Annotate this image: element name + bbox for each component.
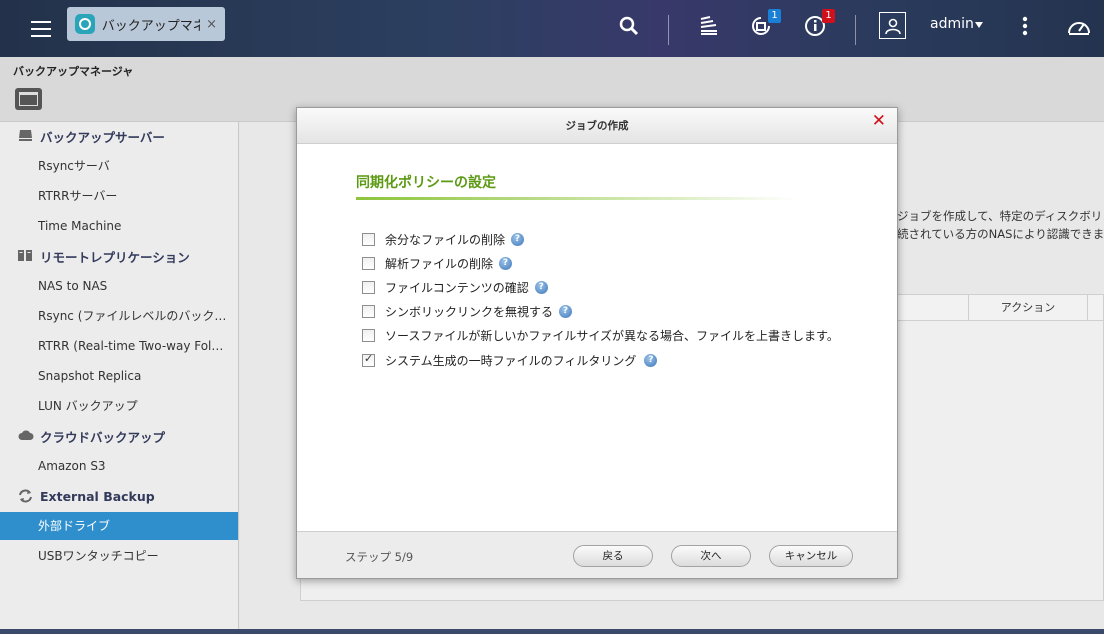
app-icon — [75, 14, 95, 34]
info-icon[interactable]: 1 — [801, 9, 835, 40]
sidebar-section-cloud-backup[interactable]: クラウドバックアップ — [18, 422, 165, 450]
option-filter-temp-files[interactable]: システム生成の一時ファイルのフィルタリング ? — [362, 351, 658, 369]
cancel-button[interactable]: キャンセル — [769, 545, 853, 567]
checkbox-checked[interactable] — [362, 352, 375, 367]
sidebar-item-rtrr-sync[interactable]: RTRR (Real-time Two-way Folder Sync) — [0, 332, 230, 360]
sidebar-section-external-backup[interactable]: External Backup — [18, 482, 155, 510]
sidebar-section-label: クラウドバックアップ — [40, 429, 166, 445]
server-icon — [18, 129, 34, 143]
option-delete-sparse-files[interactable]: 解析ファイルの削除 ? — [362, 254, 513, 272]
sidebar-item-usb-one-touch-copy[interactable]: USBワンタッチコピー — [0, 542, 238, 570]
help-icon[interactable]: ? — [499, 256, 513, 270]
option-overwrite-newer-files[interactable]: ソースファイルが新しいかファイルサイズが異なる場合、ファイルを上書きします。 — [362, 326, 839, 344]
option-delete-extra-files[interactable]: 余分なファイルの削除 ? — [362, 230, 525, 248]
dialog-title: ジョブの作成 — [565, 120, 629, 132]
sidebar-item-snapshot-replica[interactable]: Snapshot Replica — [0, 362, 238, 390]
taskbar-strip — [0, 629, 1104, 634]
help-icon[interactable]: ? — [559, 304, 573, 318]
divider — [855, 15, 856, 45]
option-label: 余分なファイルの削除 — [385, 232, 506, 247]
sidebar-item-rsync-server[interactable]: Rsyncサーバ — [0, 152, 238, 180]
menu-icon[interactable] — [22, 10, 60, 44]
sidebar-item-time-machine[interactable]: Time Machine — [0, 212, 238, 240]
checkbox[interactable] — [362, 280, 375, 294]
top-bar: バックアップマネ... × 1 1 admin — [0, 0, 1104, 57]
sync-icon — [18, 489, 34, 503]
notification-icon[interactable]: 1 — [747, 9, 781, 40]
option-label: シンボリックリンクを無視する — [385, 304, 554, 319]
notification-badge: 1 — [768, 9, 781, 23]
create-job-dialog: ジョブの作成 ✕ 同期化ポリシーの設定 余分なファイルの削除 ? 解析ファイルの… — [296, 107, 898, 579]
help-icon[interactable]: ? — [511, 232, 525, 246]
help-icon[interactable]: ? — [534, 280, 548, 294]
option-label: 解析ファイルの削除 — [385, 256, 494, 271]
dialog-footer: ステップ 5/9 戻る 次へ キャンセル — [297, 531, 897, 578]
option-label: ファイルコンテンツの確認 — [385, 280, 529, 295]
next-button[interactable]: 次へ — [671, 545, 751, 567]
option-label: ソースファイルが新しいかファイルサイズが異なる場合、ファイルを上書きします。 — [385, 328, 839, 343]
sidebar-item-nas-to-nas[interactable]: NAS to NAS — [0, 272, 238, 300]
chevron-down-icon[interactable] — [975, 22, 983, 28]
sidebar-section-remote-replication[interactable]: リモートレプリケーション — [18, 242, 190, 270]
sidebar-item-rsync-file-level[interactable]: Rsync (ファイルレベルのバックアップ) — [0, 302, 230, 330]
section-title: 同期化ポリシーの設定 — [356, 175, 496, 191]
checkbox[interactable] — [362, 328, 375, 342]
option-ignore-symlinks[interactable]: シンボリックリンクを無視する ? — [362, 302, 573, 320]
back-button[interactable]: 戻る — [573, 545, 653, 567]
sidebar-section-label: リモートレプリケーション — [40, 249, 190, 265]
close-icon[interactable]: × — [206, 17, 217, 32]
step-indicator: ステップ 5/9 — [345, 550, 414, 564]
option-verify-file-contents[interactable]: ファイルコンテンツの確認 ? — [362, 278, 548, 296]
sidebar-item-lun-backup[interactable]: LUN バックアップ — [0, 392, 238, 420]
dialog-header: ジョブの作成 ✕ — [297, 108, 897, 144]
column-header-action[interactable]: アクション — [968, 295, 1088, 320]
checkbox[interactable] — [362, 232, 375, 246]
sidebar: バックアップサーバー Rsyncサーバ RTRRサーバー Time Machin… — [0, 122, 239, 634]
description-text: 続されている方のNASにより認識できます — [897, 227, 1104, 241]
user-name[interactable]: admin — [930, 16, 974, 32]
sidebar-section-backup-server[interactable]: バックアップサーバー — [18, 122, 165, 150]
search-icon[interactable] — [615, 12, 643, 40]
section-divider — [356, 197, 796, 200]
sidebar-item-external-drive[interactable]: 外部ドライブ — [0, 512, 238, 540]
user-icon[interactable] — [879, 12, 906, 39]
sidebar-section-label: バックアップサーバー — [40, 129, 165, 145]
app-tab[interactable]: バックアップマネ... × — [67, 7, 225, 41]
checkbox[interactable] — [362, 256, 375, 270]
close-icon[interactable]: ✕ — [872, 111, 886, 131]
more-icon[interactable] — [1011, 12, 1039, 40]
description-text: ジョブを作成して、特定のディスクボリュー — [897, 209, 1104, 223]
option-label: システム生成の一時ファイルのフィルタリング — [385, 353, 637, 368]
help-icon[interactable]: ? — [644, 353, 658, 367]
app-tab-label: バックアップマネ... — [101, 18, 201, 34]
layout-toggle-icon[interactable] — [15, 88, 42, 110]
checkbox[interactable] — [362, 304, 375, 318]
sidebar-item-amazon-s3[interactable]: Amazon S3 — [0, 452, 238, 480]
dashboard-icon[interactable] — [1065, 12, 1093, 40]
stack-icon[interactable] — [695, 12, 723, 40]
divider — [668, 15, 669, 45]
replication-icon — [18, 249, 34, 263]
app-title: バックアップマネージャ — [13, 65, 134, 78]
info-badge: 1 — [822, 9, 835, 23]
sidebar-section-label: External Backup — [40, 488, 155, 504]
cloud-icon — [18, 429, 34, 443]
sidebar-item-rtrr-server[interactable]: RTRRサーバー — [0, 182, 238, 210]
